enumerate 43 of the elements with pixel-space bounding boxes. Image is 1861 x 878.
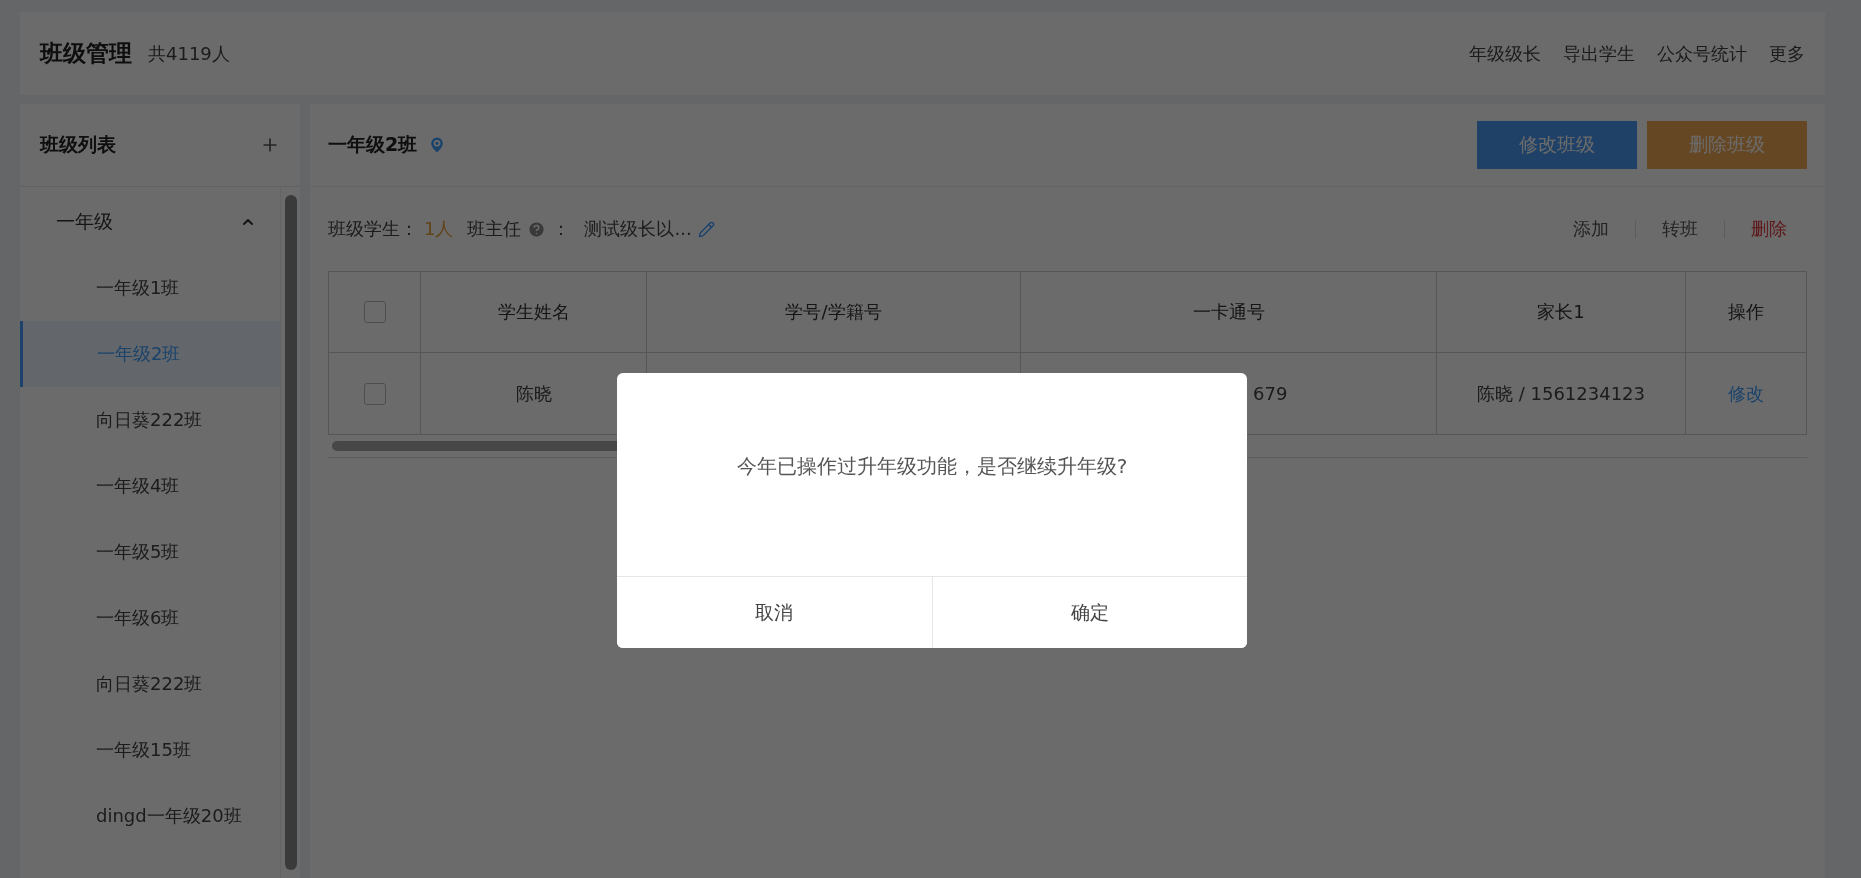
header-link[interactable]: 公众号统计 — [1657, 41, 1747, 66]
class-item[interactable]: 向日葵222班 — [20, 387, 280, 453]
checkbox[interactable] — [363, 382, 386, 405]
column-header: 一卡通号 — [1192, 300, 1265, 324]
class-item[interactable]: dingd一年级20班 — [20, 783, 280, 849]
class-item[interactable]: 向日葵222班 — [20, 651, 280, 717]
class-item[interactable]: 一年级5班 — [20, 519, 280, 585]
checkbox[interactable] — [363, 301, 386, 323]
column-header: 操作 — [1728, 300, 1764, 324]
teacher-name: 测试级长以... — [584, 217, 692, 241]
sidebar-title: 班级列表 — [40, 132, 116, 157]
help-icon[interactable] — [527, 219, 547, 239]
column-header: 学生姓名 — [497, 300, 570, 324]
header-link[interactable]: 更多 — [1769, 41, 1805, 66]
table-cell: 679 — [1253, 383, 1288, 404]
column-header: 家长1 — [1537, 300, 1585, 324]
student-action-link[interactable]: 转班 — [1642, 217, 1718, 241]
class-item[interactable]: 一年级6班 — [20, 585, 280, 651]
students-count: 1人 — [424, 217, 454, 241]
table-cell: 陈晓 — [515, 381, 552, 406]
class-title: 一年级2班 — [328, 132, 418, 157]
page-title: 班级管理 — [40, 39, 132, 68]
header-link[interactable]: 导出学生 — [1563, 41, 1635, 66]
table-cell: 陈晓 / 1561234123 — [1477, 381, 1645, 406]
class-item[interactable]: 一年级1班 — [20, 255, 280, 321]
student-action-link[interactable]: 删除 — [1731, 217, 1807, 241]
class-item[interactable]: 一年级2班 — [20, 321, 280, 387]
edit-link[interactable]: 修改 — [1728, 381, 1764, 406]
student-count: 共4119人 — [148, 41, 231, 66]
scrollbar-thumb[interactable] — [285, 195, 297, 870]
dialog-button[interactable]: 确定 — [931, 577, 1247, 648]
header-link[interactable]: 年级级长 — [1469, 41, 1541, 66]
class-item[interactable]: 一年级4班 — [20, 453, 280, 519]
edit-icon[interactable] — [697, 220, 715, 238]
class-item[interactable]: 一年级15班 — [20, 717, 280, 783]
teacher-label: 班主任 — [467, 217, 522, 241]
class-action-button[interactable]: 修改班级 — [1477, 121, 1637, 169]
students-label: 班级学生： — [328, 217, 418, 241]
grade-group[interactable]: 一年级 — [20, 189, 280, 255]
column-header: 学号/学籍号 — [785, 300, 882, 324]
colon: ： — [552, 217, 571, 241]
dialog-message: 今年已操作过升年级功能，是否继续升年级? — [736, 453, 1128, 480]
student-action-link[interactable]: 添加 — [1553, 217, 1629, 241]
